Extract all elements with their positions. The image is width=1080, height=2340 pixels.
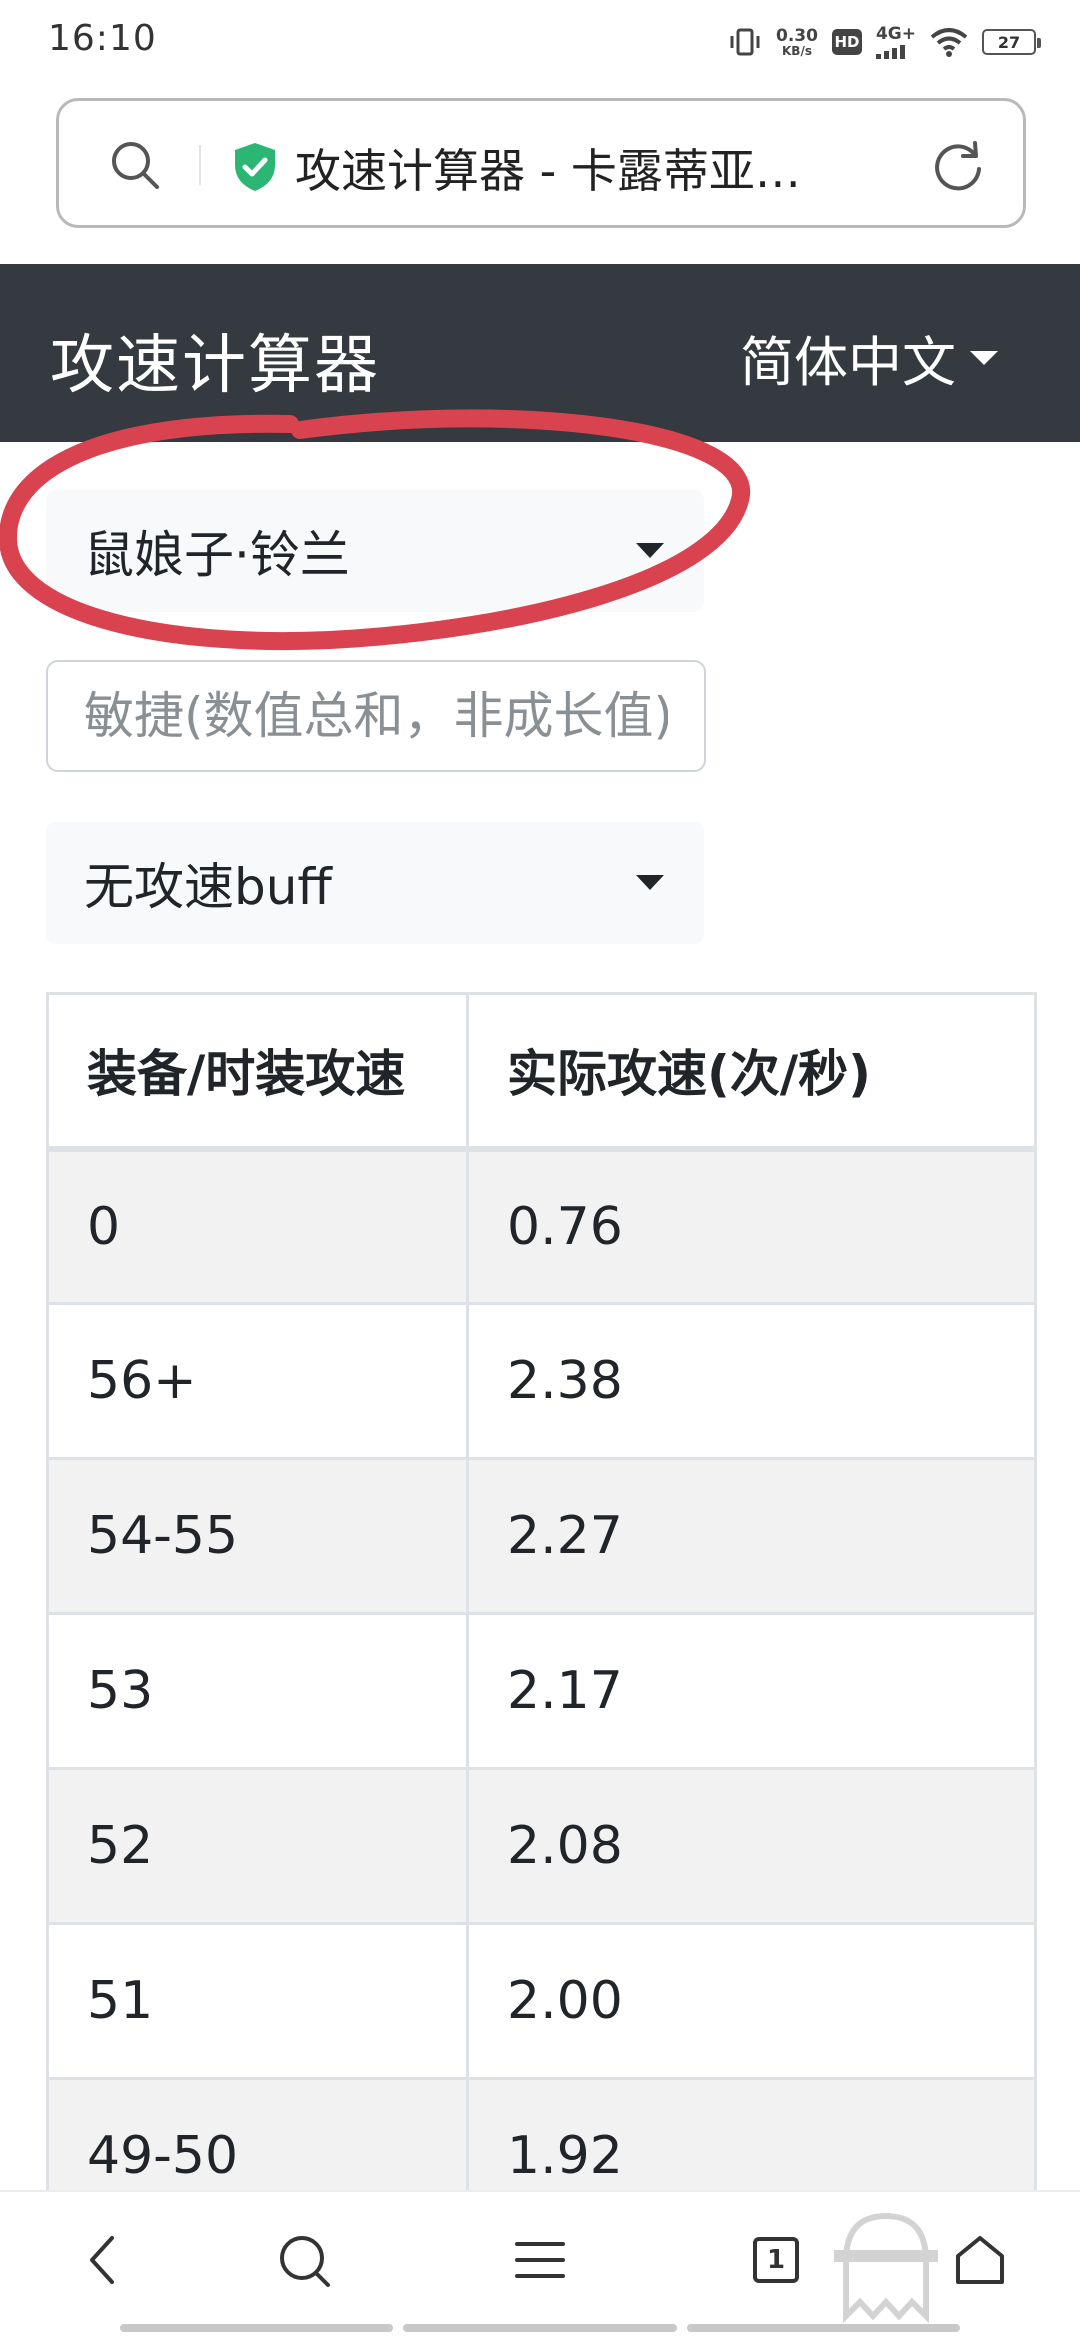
navbar: 攻速计算器 简体中文 [0, 264, 1080, 442]
wifi-icon [930, 28, 968, 57]
address-bar[interactable]: 攻速计算器 - 卡露蒂亚… [56, 98, 1026, 228]
status-bar: 16:10 0.30 KB/s HD 4G+ 27 [0, 0, 1080, 82]
table-row: 0 0.76 [46, 1147, 1037, 1305]
cell-actual-speed: 2.17 [466, 1612, 1037, 1770]
back-icon [90, 2236, 114, 2284]
buff-select-value: 无攻速buff [84, 858, 332, 916]
tabs-icon: 1 [753, 2237, 799, 2283]
caret-down-icon [636, 543, 664, 558]
tabs-button[interactable]: 1 [736, 2220, 816, 2300]
cell-actual-speed: 2.08 [466, 1767, 1037, 1925]
agility-input[interactable] [46, 660, 706, 772]
bottom-toolbar: 1 [0, 2190, 1080, 2340]
search-icon[interactable] [107, 137, 163, 193]
cell-equip-speed: 52 [46, 1767, 469, 1925]
status-icons: 0.30 KB/s HD 4G+ 27 [728, 22, 1041, 62]
cell-actual-speed: 2.00 [466, 1922, 1037, 2080]
caret-down-icon [970, 350, 998, 365]
secure-shield-icon [235, 143, 275, 191]
cell-equip-speed: 51 [46, 1922, 469, 2080]
hd-icon: HD [831, 29, 862, 55]
cell-actual-speed: 2.38 [466, 1302, 1037, 1460]
search-icon [280, 2236, 330, 2287]
network-speed: 0.30 KB/s [776, 25, 818, 58]
table-row: 54-55 2.27 [46, 1457, 1037, 1615]
home-button[interactable] [940, 2220, 1020, 2300]
header-equip-speed: 装备/时装攻速 [46, 992, 469, 1150]
menu-button[interactable] [500, 2220, 580, 2300]
menu-icon [515, 2242, 565, 2278]
address-divider [199, 145, 201, 185]
table-header-row: 装备/时装攻速 实际攻速(次/秒) [46, 992, 1037, 1150]
table-row: 52 2.08 [46, 1767, 1037, 1925]
cell-actual-speed: 2.27 [466, 1457, 1037, 1615]
language-label: 简体中文 [740, 331, 956, 394]
caret-down-icon [636, 875, 664, 890]
vibrate-icon [730, 28, 760, 56]
cell-equip-speed: 56+ [46, 1302, 469, 1460]
brand-title[interactable]: 攻速计算器 [50, 314, 380, 406]
character-select-value: 鼠娘子·铃兰 [84, 526, 350, 584]
buff-select[interactable]: 无攻速buff [46, 822, 704, 944]
cell-signal-icon: 4G+ [875, 25, 916, 59]
table-row: 51 2.00 [46, 1922, 1037, 2080]
status-time: 16:10 [48, 18, 157, 59]
ghost-mascot-icon [834, 2212, 938, 2324]
search-button[interactable] [264, 2220, 344, 2300]
battery-icon: 27 [982, 29, 1041, 55]
gesture-bar [120, 2324, 960, 2332]
table-row: 53 2.17 [46, 1612, 1037, 1770]
attack-speed-table: 装备/时装攻速 实际攻速(次/秒) 0 0.76 56+ 2.38 54-55 … [46, 992, 1037, 2235]
table-row: 56+ 2.38 [46, 1302, 1037, 1460]
cell-equip-speed: 0 [46, 1147, 469, 1305]
header-actual-speed: 实际攻速(次/秒) [466, 992, 1037, 1150]
cell-equip-speed: 54-55 [46, 1457, 469, 1615]
language-dropdown[interactable]: 简体中文 [740, 318, 998, 397]
home-icon [956, 2236, 1004, 2284]
refresh-icon[interactable] [929, 137, 987, 195]
back-button[interactable] [62, 2220, 142, 2300]
page-title-url[interactable]: 攻速计算器 - 卡露蒂亚… [295, 135, 915, 201]
cell-equip-speed: 53 [46, 1612, 469, 1770]
character-select[interactable]: 鼠娘子·铃兰 [46, 490, 704, 612]
cell-actual-speed: 0.76 [466, 1147, 1037, 1305]
